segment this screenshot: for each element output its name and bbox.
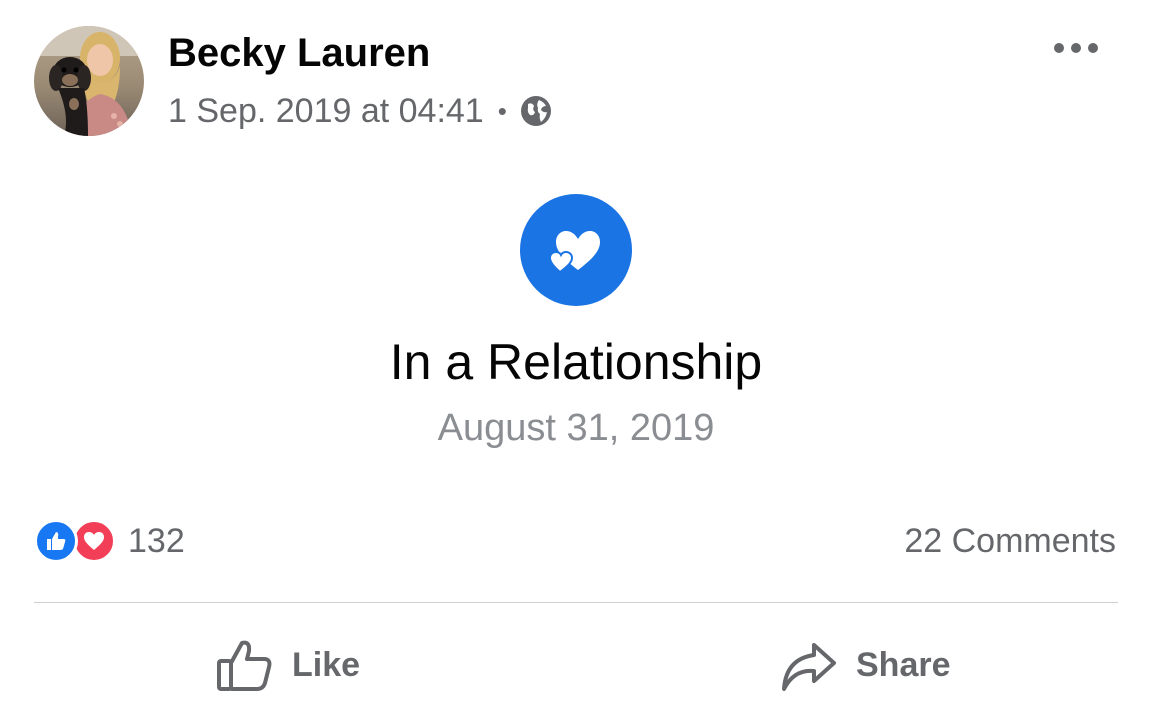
- share-button[interactable]: Share: [780, 630, 951, 700]
- post-card: Becky Lauren 1 Sep. 2019 at 04:41 • In a…: [0, 0, 1152, 723]
- life-event-badge: [520, 194, 632, 306]
- more-horizontal-icon: [1054, 43, 1098, 53]
- like-reaction-icon: [34, 519, 78, 563]
- globe-icon[interactable]: [519, 94, 553, 128]
- divider: [34, 602, 1118, 603]
- life-event-date: August 31, 2019: [437, 407, 715, 449]
- life-event-title: In a Relationship: [389, 334, 763, 390]
- post-meta: 1 Sep. 2019 at 04:41 •: [168, 90, 553, 132]
- author-name[interactable]: Becky Lauren: [168, 30, 430, 76]
- reaction-count: 132: [128, 521, 185, 560]
- hearts-icon: [548, 231, 600, 274]
- profile-photo: [34, 26, 144, 136]
- thumbs-up-icon: [217, 640, 272, 691]
- comments-count[interactable]: 22 Comments: [904, 518, 1116, 564]
- post-timestamp[interactable]: 1 Sep. 2019 at 04:41: [168, 92, 484, 131]
- love-reaction-icon: [72, 519, 116, 563]
- share-arrow-icon: [782, 643, 836, 691]
- more-options-button[interactable]: [1046, 30, 1106, 66]
- like-button-label: Like: [292, 645, 361, 684]
- meta-separator: •: [497, 95, 507, 126]
- reactions-summary[interactable]: 132: [34, 518, 185, 564]
- like-button[interactable]: Like: [216, 630, 360, 700]
- share-button-label: Share: [856, 645, 951, 684]
- avatar[interactable]: [34, 26, 144, 136]
